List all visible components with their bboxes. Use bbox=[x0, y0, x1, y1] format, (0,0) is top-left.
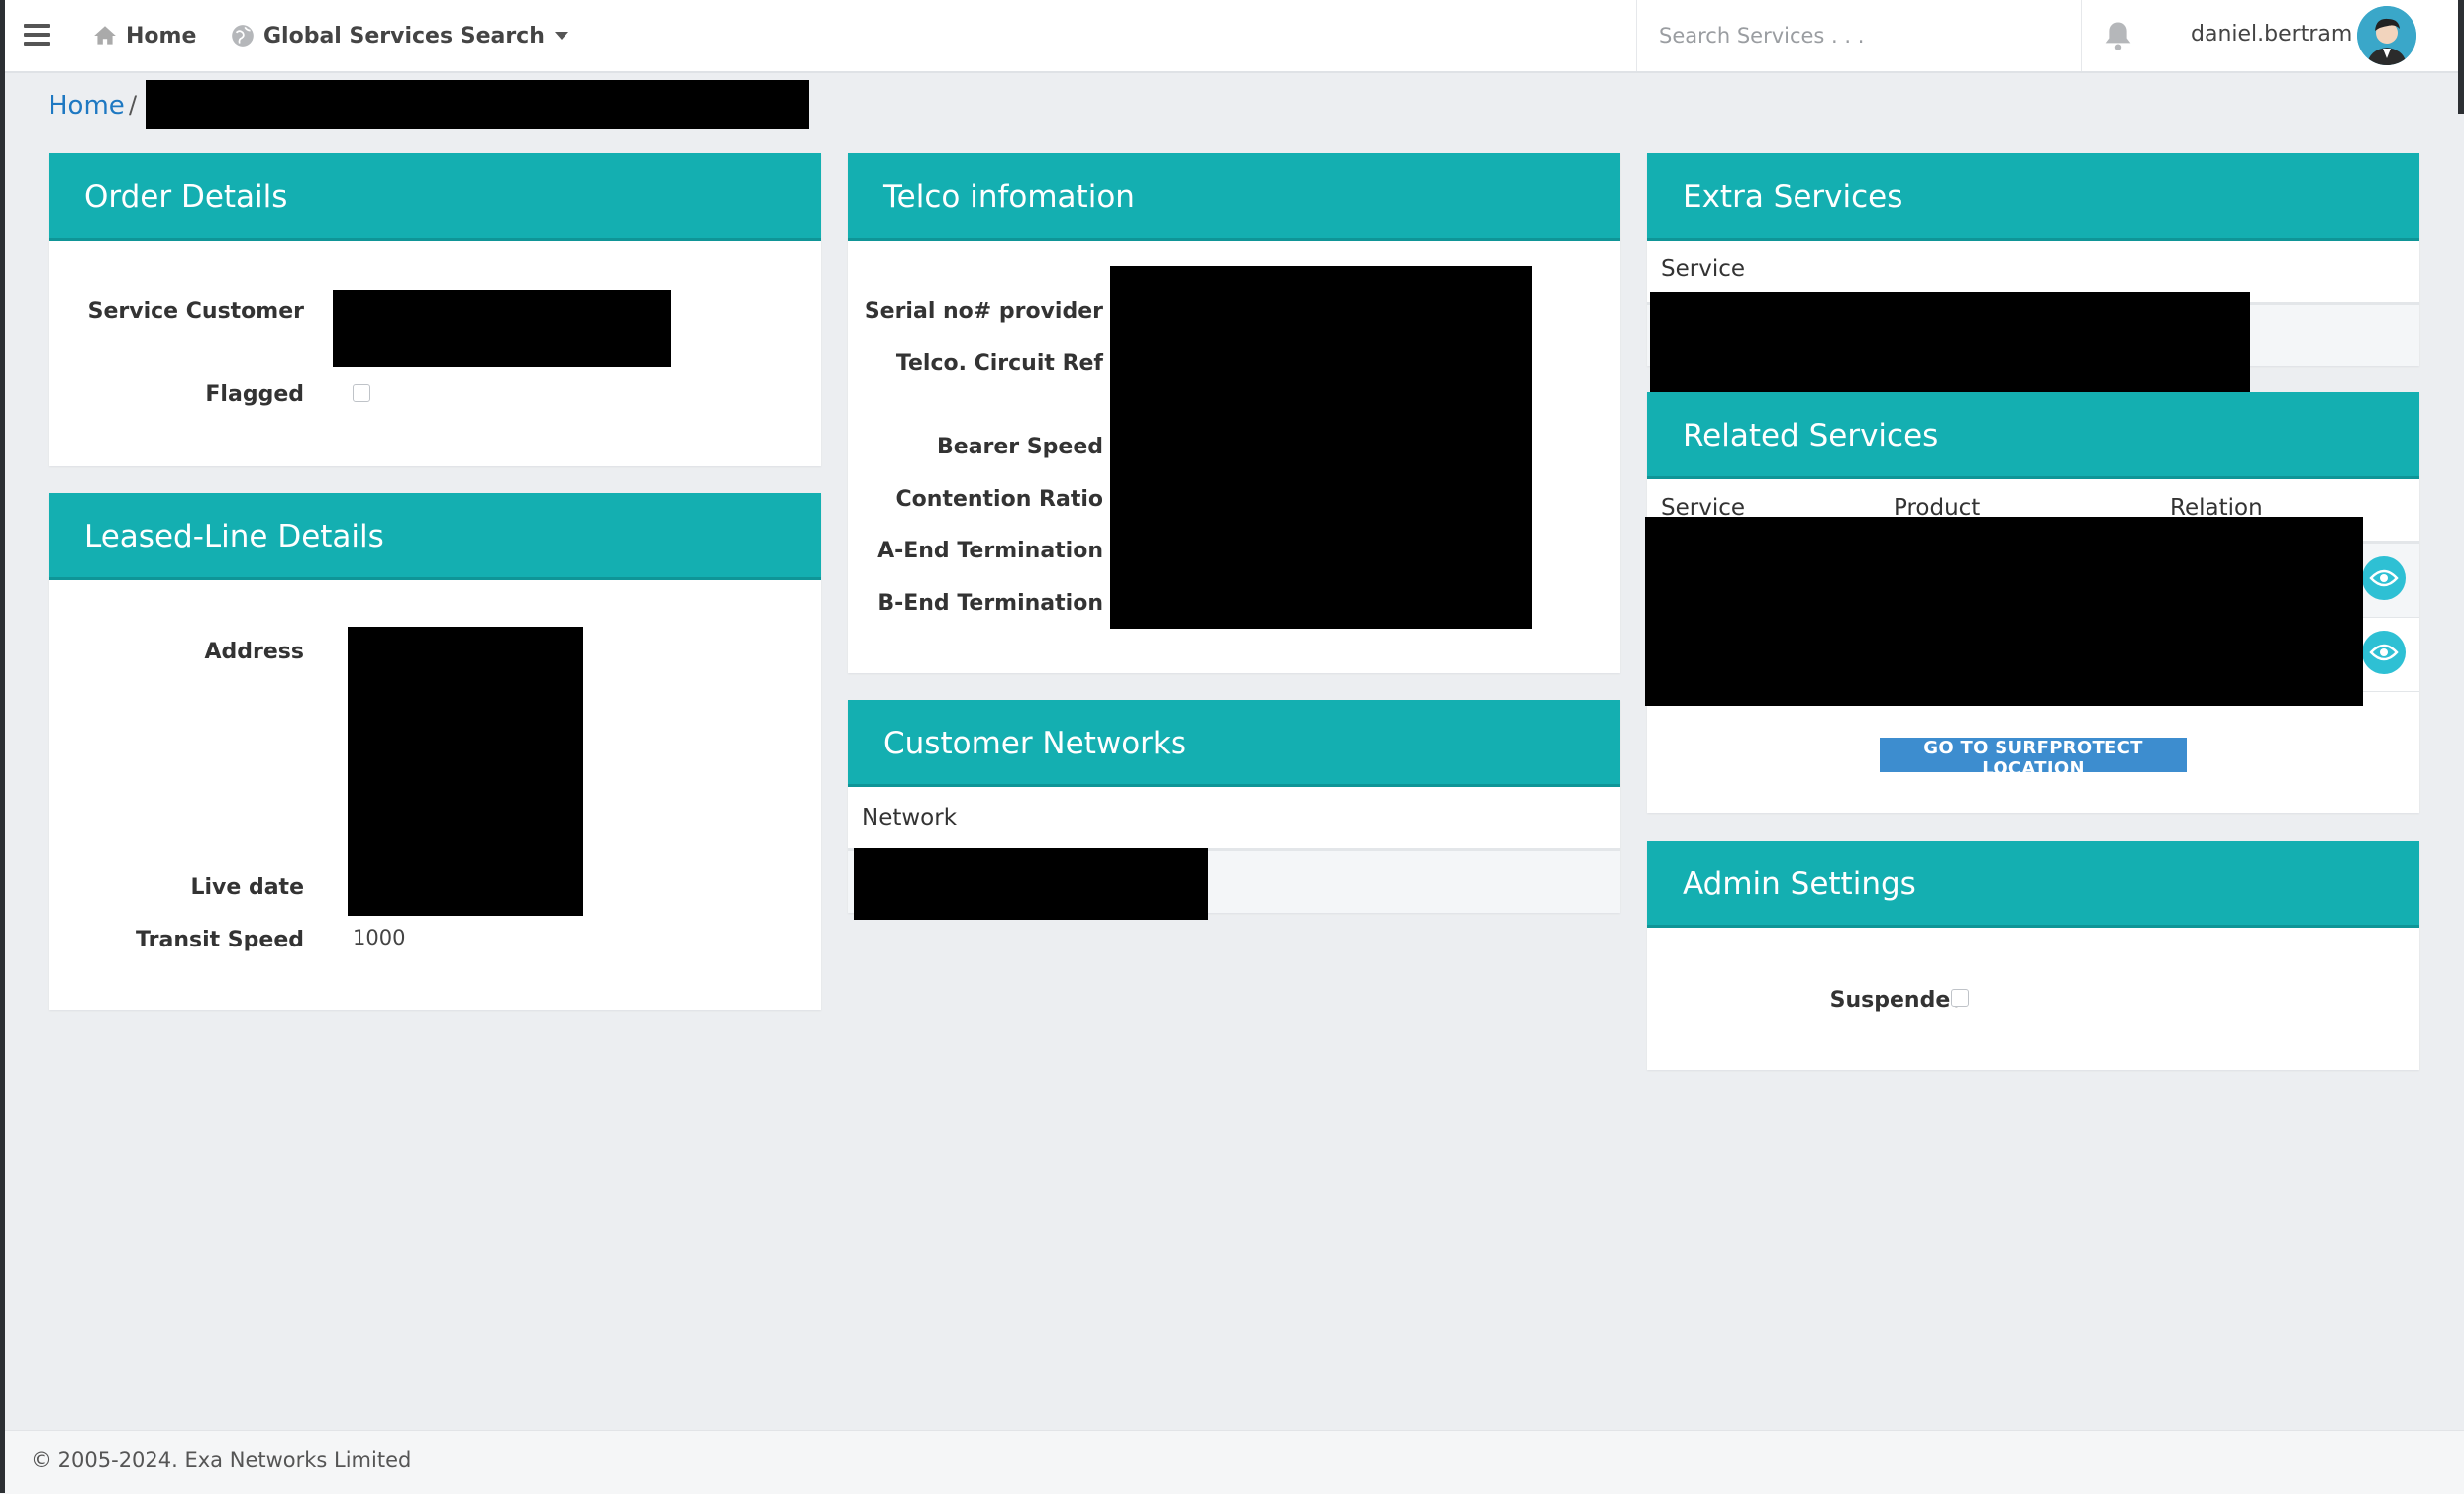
globe-icon bbox=[232, 25, 254, 47]
window-right-edge bbox=[2458, 0, 2464, 114]
telco-information-title: Telco infomation bbox=[883, 179, 1135, 215]
extra-services-header: Extra Services bbox=[1647, 153, 2419, 241]
redacted-network bbox=[854, 848, 1208, 920]
bearer-speed-label: Bearer Speed bbox=[937, 435, 1103, 459]
leased-line-header: Leased-Line Details bbox=[49, 493, 821, 580]
telco-information-header: Telco infomation bbox=[848, 153, 1620, 241]
window-left-edge bbox=[0, 0, 5, 1493]
view-eye-icon[interactable] bbox=[2362, 631, 2406, 674]
order-details-title: Order Details bbox=[84, 179, 288, 215]
telco-information-panel: Telco infomation Serial no# provider Tel… bbox=[848, 153, 1620, 673]
redacted-address bbox=[348, 627, 583, 916]
global-services-search-label: Global Services Search bbox=[263, 23, 545, 49]
admin-settings-title: Admin Settings bbox=[1683, 866, 1916, 902]
serial-provider-label: Serial no# provider bbox=[864, 299, 1103, 324]
footer-copyright: © 2005-2024. Exa Networks Limited bbox=[31, 1448, 412, 1472]
redacted-telco-values bbox=[1110, 266, 1532, 629]
nav-home-link[interactable]: Home bbox=[92, 20, 196, 51]
customer-networks-panel: Customer Networks Network bbox=[848, 700, 1620, 920]
user-avatar[interactable] bbox=[2357, 6, 2416, 65]
address-label: Address bbox=[204, 640, 304, 664]
service-column-header: Service bbox=[1661, 256, 1746, 282]
chevron-down-icon bbox=[554, 32, 568, 40]
transit-speed-value: 1000 bbox=[353, 926, 406, 949]
related-services-header: Related Services bbox=[1647, 392, 2419, 479]
bell-icon[interactable] bbox=[2104, 20, 2133, 51]
flagged-checkbox[interactable] bbox=[353, 384, 370, 402]
go-to-surfprotect-location-button[interactable]: GO TO SURFPROTECT LOCATION bbox=[1880, 738, 2187, 779]
transit-speed-label: Transit Speed bbox=[136, 928, 304, 952]
hamburger-menu-icon[interactable] bbox=[24, 24, 50, 46]
admin-settings-panel: Admin Settings Suspended bbox=[1647, 841, 2419, 1070]
order-details-panel: Order Details Service Customer Flagged bbox=[49, 153, 821, 466]
global-services-search-menu[interactable]: Global Services Search bbox=[230, 20, 568, 51]
redacted-related-services bbox=[1645, 517, 2363, 706]
service-customer-label: Service Customer bbox=[87, 299, 304, 324]
view-eye-icon[interactable] bbox=[2362, 556, 2406, 600]
search-services-box bbox=[1636, 0, 2082, 71]
suspended-label: Suspended bbox=[1829, 988, 1966, 1013]
redacted-service-customer bbox=[333, 290, 671, 367]
redacted-extra-service bbox=[1650, 292, 2250, 394]
live-date-label: Live date bbox=[190, 875, 304, 900]
leased-line-panel: Leased-Line Details Address Live date Tr… bbox=[49, 493, 821, 1010]
b-end-termination-label: B-End Termination bbox=[877, 591, 1103, 616]
search-services-input[interactable] bbox=[1637, 0, 2081, 71]
flagged-label: Flagged bbox=[205, 382, 304, 407]
nav-home-label: Home bbox=[126, 23, 197, 49]
telco-circuit-ref-label: Telco. Circuit Ref bbox=[895, 351, 1103, 376]
admin-settings-header: Admin Settings bbox=[1647, 841, 2419, 928]
contention-ratio-label: Contention Ratio bbox=[895, 487, 1103, 512]
customer-networks-title: Customer Networks bbox=[883, 726, 1187, 761]
network-column-header: Network bbox=[862, 805, 958, 831]
customer-networks-header: Customer Networks bbox=[848, 700, 1620, 787]
home-icon bbox=[94, 26, 116, 45]
user-avatar-icon bbox=[2357, 6, 2416, 65]
leased-line-title: Leased-Line Details bbox=[84, 519, 384, 554]
extra-services-panel: Extra Services Service bbox=[1647, 153, 2419, 394]
redacted-breadcrumb bbox=[146, 80, 809, 129]
extra-services-title: Extra Services bbox=[1683, 179, 1903, 215]
related-services-title: Related Services bbox=[1683, 418, 1939, 453]
suspended-checkbox[interactable] bbox=[1951, 989, 1969, 1007]
footer: © 2005-2024. Exa Networks Limited bbox=[0, 1430, 2464, 1494]
breadcrumb-home-link[interactable]: Home bbox=[49, 91, 125, 121]
breadcrumb-separator: / bbox=[129, 91, 138, 119]
username[interactable]: daniel.bertram bbox=[2191, 22, 2352, 47]
order-details-header: Order Details bbox=[49, 153, 821, 241]
top-navbar: Home Global Services Search daniel.bertr… bbox=[0, 0, 2464, 73]
a-end-termination-label: A-End Termination bbox=[877, 539, 1103, 563]
